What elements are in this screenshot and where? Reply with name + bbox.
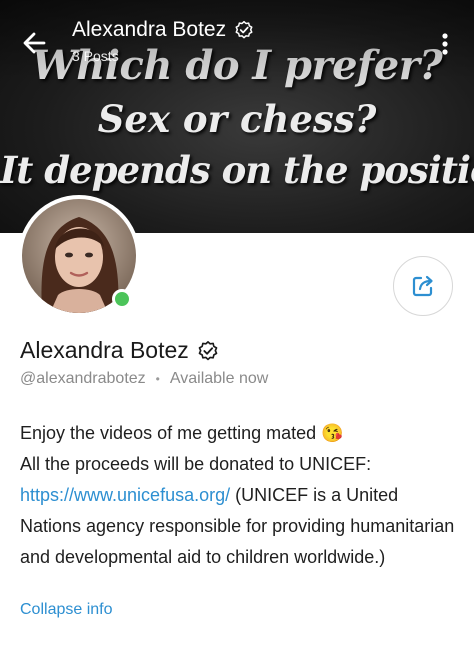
- bio-line-1: Enjoy the videos of me getting mated: [20, 423, 317, 443]
- profile-name: Alexandra Botez: [20, 337, 219, 364]
- profile-name-text: Alexandra Botez: [20, 337, 189, 363]
- profile-handle: @alexandrabotez: [20, 370, 146, 387]
- header-title: Alexandra Botez: [72, 18, 254, 42]
- online-status-indicator: [112, 289, 132, 309]
- verified-badge-icon: [235, 20, 253, 39]
- verified-badge-icon: [198, 340, 218, 360]
- availability-status: Available now: [169, 370, 269, 387]
- profile-bio: Enjoy the videos of me getting mated 😘 A…: [20, 418, 460, 573]
- post-count: 3 Posts: [72, 48, 119, 64]
- back-button[interactable]: [18, 26, 52, 60]
- bio-line-2: All the proceeds will be donated to UNIC…: [20, 454, 372, 474]
- top-app-bar: Alexandra Botez 3 Posts: [0, 0, 474, 80]
- share-button[interactable]: [393, 256, 453, 316]
- kiss-emoji: 😘: [321, 423, 344, 443]
- separator-dot: •: [155, 372, 160, 386]
- banner-text-line-2: Sex or chess?: [97, 97, 377, 141]
- share-icon: [412, 275, 433, 297]
- vertical-dots-icon: [442, 33, 448, 55]
- more-options-button[interactable]: [433, 28, 457, 60]
- banner-text-line-3: It depends on the position.: [0, 148, 474, 192]
- arrow-left-icon: [23, 32, 46, 54]
- collapse-info-link[interactable]: Collapse info: [20, 601, 113, 619]
- profile-meta: @alexandrabotez • Available now: [20, 370, 268, 388]
- header-name: Alexandra Botez: [72, 18, 227, 41]
- unicef-link[interactable]: https://www.unicefusa.org/: [20, 485, 230, 505]
